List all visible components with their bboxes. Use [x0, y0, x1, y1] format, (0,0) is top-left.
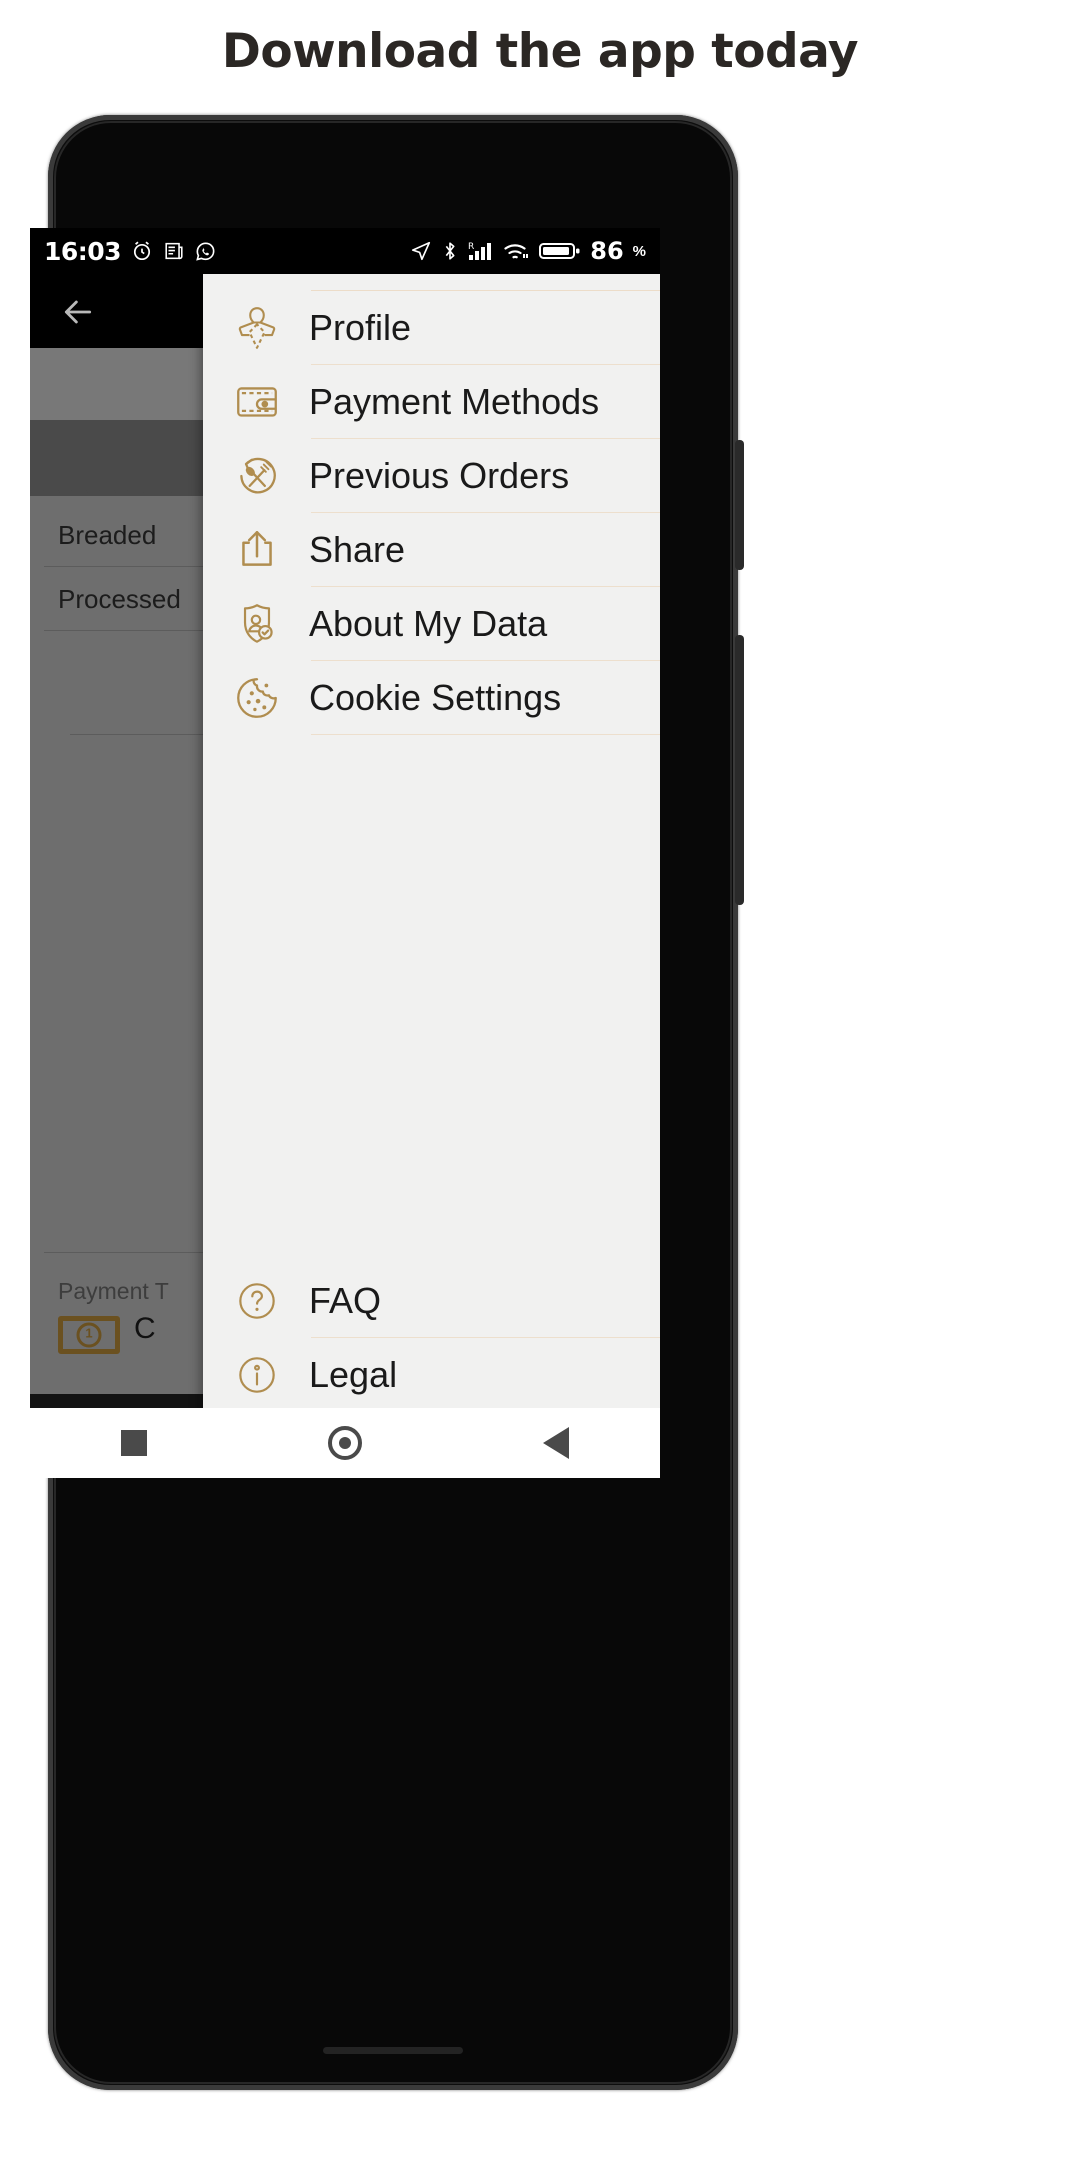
alarm-icon [130, 239, 154, 263]
drawer-item-label: Share [309, 529, 406, 570]
drawer-item-label: About My Data [309, 603, 548, 644]
drawer-item-label: FAQ [309, 1280, 382, 1321]
android-nav-bar [30, 1408, 660, 1478]
battery-percent-symbol: % [632, 242, 646, 260]
app-payment-title: Payment T [58, 1278, 169, 1304]
drawer-item-share[interactable]: Share [203, 513, 660, 587]
drawer-item-label: Legal [309, 1354, 398, 1395]
location-arrow-icon [410, 240, 432, 262]
drawer-item-legal[interactable]: Legal [203, 1338, 660, 1412]
drawer-item-cookie-settings[interactable]: Cookie Settings [203, 661, 660, 735]
shield-person-check-icon [221, 599, 293, 649]
bluetooth-icon [441, 240, 459, 262]
wifi-icon [503, 240, 530, 262]
cookie-icon [221, 673, 293, 723]
drawer-menu-list: Profile Payment Methods Previous Orders … [203, 291, 660, 735]
question-circle-icon [221, 1276, 293, 1326]
profile-icon [221, 303, 293, 353]
whatsapp-icon [194, 240, 217, 263]
battery-level: 86 [590, 237, 624, 265]
drawer-item-previous-orders[interactable]: Previous Orders [203, 439, 660, 513]
screenshot-root: Download the app today 16:03 R 86 % Brea… [0, 0, 1080, 2160]
news-icon [163, 240, 185, 262]
battery-icon [539, 240, 581, 262]
volume-button[interactable] [735, 635, 744, 905]
drawer-item-faq[interactable]: FAQ [203, 1264, 660, 1338]
wallet-icon [221, 377, 293, 427]
drawer-spacer [203, 735, 660, 1264]
navigation-drawer: Profile Payment Methods Previous Orders … [203, 274, 660, 1478]
share-icon [221, 525, 293, 575]
back-arrow-icon[interactable] [58, 292, 98, 332]
bottom-speaker-grille [323, 2047, 463, 2054]
cash-value: 1 [76, 1322, 102, 1348]
cutlery-refresh-icon [221, 451, 293, 501]
svg-text:R: R [468, 242, 474, 252]
drawer-item-label: Profile [309, 307, 412, 348]
phone-screen: 16:03 R 86 % Breaded Processed Payment T… [30, 228, 660, 1478]
status-bar: 16:03 R 86 % [30, 228, 660, 274]
power-button[interactable] [735, 440, 744, 570]
info-circle-icon [221, 1350, 293, 1400]
roaming-signal-icon: R [468, 240, 494, 262]
triangle-back-icon[interactable] [543, 1427, 570, 1459]
circle-icon[interactable] [327, 1426, 362, 1460]
cash-icon: 1 [58, 1316, 120, 1354]
status-bar-time: 16:03 [44, 236, 122, 266]
drawer-item-payment-methods[interactable]: Payment Methods [203, 365, 660, 439]
drawer-item-label: Payment Methods [309, 381, 600, 422]
drawer-item-label: Previous Orders [309, 455, 570, 496]
drawer-item-profile[interactable]: Profile [203, 291, 660, 365]
drawer-item-about-my-data[interactable]: About My Data [203, 587, 660, 661]
app-payment-option: C [134, 1312, 156, 1345]
page-title: Download the app today [221, 24, 859, 79]
drawer-item-label: Cookie Settings [309, 677, 562, 718]
square-icon[interactable] [120, 1430, 147, 1456]
